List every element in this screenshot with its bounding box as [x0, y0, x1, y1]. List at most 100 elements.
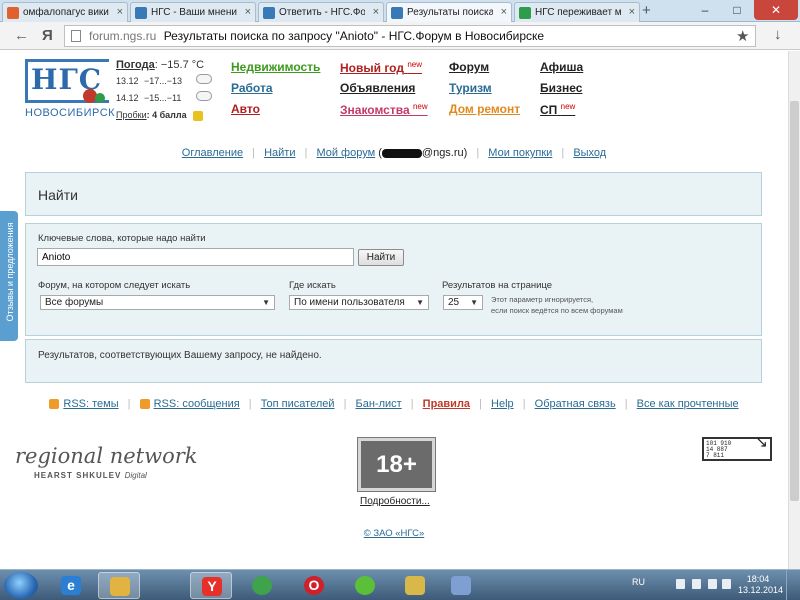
- scrollbar-thumb[interactable]: [790, 101, 799, 501]
- address-bar[interactable]: forum.ngs.ru Результаты поиска по запрос…: [64, 25, 756, 47]
- link-help[interactable]: Help: [491, 398, 514, 410]
- copyright-link[interactable]: © ЗАО «НГС»: [0, 528, 788, 539]
- browser-tab[interactable]: Ответить - НГС.Форум ×: [258, 2, 384, 22]
- per-page-select[interactable]: 25 ▼: [443, 295, 483, 310]
- browser-tab[interactable]: омфалопагус википе ×: [2, 2, 128, 22]
- taskbar-icq[interactable]: [344, 572, 386, 599]
- close-icon[interactable]: ×: [629, 6, 635, 18]
- search-result-panel: Результатов, соответствующих Вашему запр…: [25, 339, 762, 383]
- tab-title: омфалопагус википе: [23, 7, 109, 18]
- rss-icon: [49, 399, 60, 410]
- nav-link-new-year[interactable]: Новый год new: [340, 60, 422, 75]
- new-tab-button[interactable]: +: [642, 2, 651, 19]
- nav-link-home-repair[interactable]: Дом ремонт: [449, 102, 520, 116]
- link-mark-all-read[interactable]: Все как прочтенные: [637, 398, 739, 410]
- volume-icon[interactable]: [708, 579, 717, 589]
- separator: |: [561, 147, 565, 159]
- separator: |: [410, 398, 414, 410]
- taskbar-folder[interactable]: [394, 572, 436, 599]
- browser-tab[interactable]: НГС - Ваши мнения и ×: [130, 2, 256, 22]
- link-rss-topics[interactable]: RSS: темы: [63, 398, 118, 410]
- per-page-note: Этот параметр игнорируется, если поиск в…: [491, 294, 623, 316]
- link-find[interactable]: Найти: [264, 147, 295, 159]
- close-icon[interactable]: ×: [117, 6, 123, 18]
- search-header-panel: Найти: [25, 172, 762, 216]
- nav-link-realty[interactable]: Недвижимость: [231, 60, 320, 74]
- taskbar-explorer[interactable]: [98, 572, 140, 599]
- link-rules[interactable]: Правила: [423, 398, 470, 410]
- weather-temp: −15...−11: [144, 93, 182, 103]
- nav-link-tourism[interactable]: Туризм: [449, 81, 492, 95]
- maximize-button[interactable]: □: [722, 0, 752, 20]
- link-top-writers[interactable]: Топ писателей: [261, 398, 335, 410]
- bookmark-star-icon[interactable]: ★: [736, 27, 749, 45]
- nav-link-business[interactable]: Бизнес: [540, 81, 582, 95]
- browser-tab-active[interactable]: Результаты поиска п ×: [386, 2, 512, 22]
- battery-icon[interactable]: [722, 579, 731, 589]
- weather-temp: −17...−13: [144, 76, 183, 86]
- weather-widget: Погода: −15.7 °C 13.12 −17...−13 14.12 −…: [116, 59, 226, 121]
- nav-link-auto[interactable]: Авто: [231, 102, 260, 116]
- find-button[interactable]: Найти: [358, 249, 404, 266]
- taskbar-opera[interactable]: O: [293, 572, 335, 599]
- forum-select[interactable]: Все форумы ▼: [40, 295, 275, 310]
- url-page-title: Результаты поиска по запросу "Anioto" - …: [163, 29, 545, 43]
- forum-label: Форум, на котором следует искать: [38, 280, 191, 291]
- logo-city: НОВОСИБИРСК: [25, 107, 116, 119]
- page-title: Найти: [38, 187, 78, 203]
- browser-tab[interactable]: НГС переживает масс ×: [514, 2, 640, 22]
- feedback-side-tab[interactable]: Отзывы и предложения: [0, 211, 18, 341]
- link-purchases[interactable]: Мои покупки: [488, 147, 552, 159]
- windows-taskbar: e Y O RU 18:04 13.12.2014: [0, 569, 800, 600]
- nav-link-forum[interactable]: Форум: [449, 60, 489, 74]
- link-my-forum[interactable]: Мой форум: [316, 147, 375, 159]
- nav-link-ads[interactable]: Объявления: [340, 81, 415, 95]
- page-icon: [71, 30, 81, 42]
- link-feedback[interactable]: Обратная связь: [535, 398, 616, 410]
- regional-network-logo[interactable]: regional network: [15, 444, 197, 468]
- icq-icon: [355, 576, 375, 595]
- show-desktop-button[interactable]: [786, 570, 800, 600]
- minimize-button[interactable]: –: [690, 0, 720, 20]
- link-logout[interactable]: Выход: [573, 147, 606, 159]
- close-window-button[interactable]: ✕: [754, 0, 798, 20]
- close-icon[interactable]: ×: [373, 6, 379, 18]
- keywords-input[interactable]: [37, 248, 354, 266]
- arrow-icon: ↘: [755, 435, 768, 452]
- network-icon[interactable]: [692, 579, 701, 589]
- nav-link-sp[interactable]: СП new: [540, 102, 575, 117]
- yandex-logo[interactable]: Я: [42, 27, 53, 44]
- start-button[interactable]: [4, 572, 38, 599]
- language-indicator[interactable]: RU: [632, 577, 645, 587]
- separator: |: [624, 398, 628, 410]
- chevron-down-icon: ▼: [470, 298, 478, 307]
- weather-link[interactable]: Погода: [116, 59, 155, 71]
- taskbar-chrome[interactable]: [241, 572, 283, 599]
- site-logo[interactable]: НГС НОВОСИБИРСК: [25, 59, 115, 119]
- back-button[interactable]: ←: [14, 27, 29, 44]
- taskbar-yandex[interactable]: Y: [190, 572, 232, 599]
- taskbar-paint[interactable]: [440, 572, 482, 599]
- redacted-email: [381, 148, 422, 158]
- details-link[interactable]: Подробности...: [360, 496, 430, 507]
- link-contents[interactable]: Оглавление: [182, 147, 243, 159]
- nav-link-jobs[interactable]: Работа: [231, 81, 273, 95]
- nav-link-dating[interactable]: Знакомства new: [340, 102, 428, 117]
- traffic-link[interactable]: Пробки: [116, 110, 147, 120]
- where-select[interactable]: По имени пользователя ▼: [289, 295, 429, 310]
- link-ban-list[interactable]: Бан-лист: [356, 398, 402, 410]
- tab-title: НГС переживает масс: [535, 7, 621, 18]
- download-icon[interactable]: ↓: [774, 26, 782, 43]
- close-icon[interactable]: ×: [245, 6, 251, 18]
- close-icon[interactable]: ×: [501, 6, 507, 18]
- link-rss-messages[interactable]: RSS: сообщения: [154, 398, 240, 410]
- new-badge: new: [407, 60, 422, 69]
- chevron-down-icon: ▼: [416, 298, 424, 307]
- flag-icon[interactable]: [676, 579, 685, 589]
- nav-link-afisha[interactable]: Афиша: [540, 60, 583, 74]
- clock-date: 13.12.2014: [738, 585, 784, 595]
- taskbar-ie[interactable]: e: [50, 572, 92, 599]
- visit-counter[interactable]: 101 910 14 887 7 811 ↘: [702, 435, 772, 461]
- page-scrollbar[interactable]: [788, 51, 800, 569]
- system-clock[interactable]: 18:04 13.12.2014: [738, 574, 784, 596]
